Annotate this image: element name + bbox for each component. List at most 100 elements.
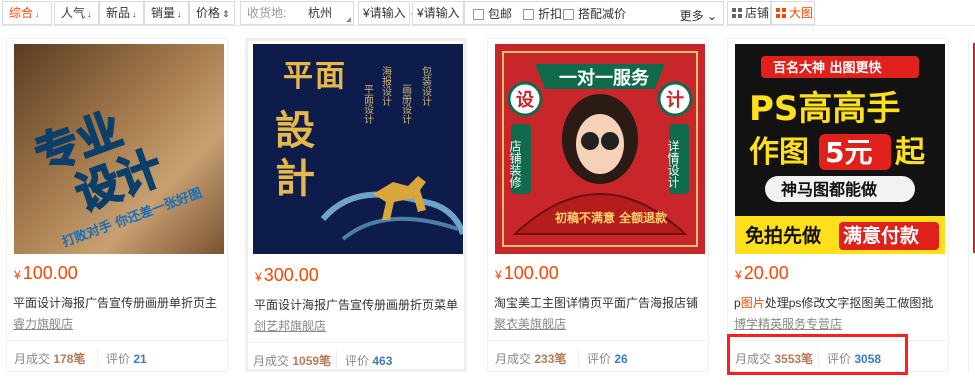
- price-max-input[interactable]: ¥请输入: [412, 1, 464, 25]
- grid-icon: [776, 8, 786, 18]
- sort-label: 价格: [196, 6, 221, 20]
- stat-divider: [336, 350, 337, 368]
- review-count-link[interactable]: 评价 463: [345, 352, 392, 369]
- sort-sales-button[interactable]: 销量 ↓: [144, 1, 189, 25]
- stat-divider: [578, 348, 579, 366]
- sort-price-button[interactable]: 价格 ⇕: [189, 1, 235, 25]
- title-text: 处理ps修改文字抠图美工做图批: [764, 296, 934, 310]
- price-value: 20.00: [743, 263, 789, 283]
- sort-label: 新品: [106, 6, 131, 20]
- shop-link[interactable]: 睿力旗舰店: [13, 315, 73, 332]
- art-char: 计: [666, 89, 684, 111]
- art-char: 面: [315, 59, 345, 94]
- art-vertical-label: 详情设计: [666, 139, 680, 188]
- product-stats: 月成交 178笔 评价 21: [7, 340, 227, 372]
- monthly-sales: 月成交 233笔: [495, 350, 566, 367]
- currency-symbol: ¥: [495, 268, 502, 282]
- product-title-link[interactable]: 淘宝美工主图详情页平面广告海报店铺: [494, 294, 704, 311]
- sort-label: 销量: [151, 6, 176, 20]
- more-filters-button[interactable]: 更多 ⌄: [680, 7, 717, 24]
- product-title-link[interactable]: p图片处理ps修改文字抠图美工做图批: [734, 294, 944, 311]
- ship-location-select[interactable]: 收货地: 杭州: [240, 1, 354, 25]
- product-card[interactable]: 一对一服务 设 计 店铺装修 详情设计 初稿不满意 全额退款 ¥100.00 淘…: [487, 38, 709, 372]
- product-title-link[interactable]: 平面设计海报广告宣传册画册折页菜单: [254, 296, 464, 313]
- art-bottom-label: 满意付款: [843, 224, 920, 247]
- filter-label: 折扣: [538, 7, 563, 21]
- stat-label: 评价: [106, 352, 131, 366]
- price-value: 100.00: [503, 263, 559, 283]
- product-artwork: 一对一服务 设 计 店铺装修 详情设计 初稿不满意 全额退款: [495, 44, 705, 254]
- review-count-value: 26: [614, 352, 628, 366]
- ship-city: 杭州: [308, 6, 333, 20]
- product-price: ¥100.00: [14, 263, 78, 284]
- product-card[interactable]: 平 面 設 計 包装设计 画册设计 海报设计 平面设计 ¥300.00 平面设计…: [245, 38, 467, 372]
- monthly-sales-value: 1059笔: [292, 354, 332, 368]
- art-char: 計: [275, 155, 315, 202]
- product-artwork: 平 面 設 計 包装设计 画册设计 海报设计 平面设计: [253, 44, 463, 254]
- product-card[interactable]: 专业 设计 打败对手 你还差一张好图 ¥100.00 平面设计海报广告宣传册画册…: [6, 38, 228, 372]
- shop-link[interactable]: 聚衣美旗舰店: [494, 315, 566, 332]
- art-column: 海报设计: [380, 65, 392, 107]
- art-column: 平面设计: [362, 84, 374, 125]
- product-stats: 月成交 233笔 评价 26: [488, 340, 708, 372]
- arrow-down-icon: ↓: [35, 9, 40, 19]
- arrow-down-icon: ↓: [132, 9, 137, 19]
- product-title-link[interactable]: 平面设计海报广告宣传册画册单折页主: [13, 294, 223, 311]
- review-count-link[interactable]: 评价 21: [106, 350, 147, 367]
- art-bottom-label: 免拍先做: [745, 224, 821, 247]
- sort-popularity-button[interactable]: 人气 ↓: [54, 1, 99, 25]
- product-image[interactable]: 专业 设计 打败对手 你还差一张好图: [14, 44, 224, 254]
- view-label: 大图: [789, 6, 814, 20]
- view-label: 店铺: [745, 6, 770, 20]
- review-count-link[interactable]: 评价 26: [587, 350, 628, 367]
- sort-label: 人气: [61, 6, 86, 20]
- shop-link[interactable]: 博学精英服务专营店: [734, 315, 842, 332]
- product-price: ¥300.00: [255, 265, 319, 286]
- filter-group: 包邮 折扣 搭配减价 更多 ⌄: [464, 1, 724, 25]
- filter-label: 包邮: [488, 7, 513, 21]
- art-headline: PS高高手: [749, 89, 900, 129]
- sort-new-button[interactable]: 新品 ↓: [99, 1, 144, 25]
- price-value: 300.00: [263, 265, 319, 285]
- arrow-down-icon: ↓: [177, 9, 182, 19]
- discount-checkbox[interactable]: 折扣: [523, 7, 562, 21]
- monthly-sales-value: 178笔: [53, 352, 86, 366]
- monthly-sales: 月成交 178笔: [14, 350, 85, 367]
- bundle-discount-checkbox[interactable]: 搭配减价: [563, 7, 626, 21]
- product-card[interactable]: 百名大神 出图更快 PS高高手 作图 5元 起 神马图都能做 免拍先做 满意付款…: [727, 38, 949, 372]
- grid-icon: [732, 8, 742, 18]
- art-char: 平: [283, 59, 313, 94]
- checkbox-icon: [473, 9, 484, 20]
- product-image[interactable]: 平 面 設 計 包装设计 画册设计 海报设计 平面设计: [253, 44, 463, 254]
- monthly-sales-value: 233笔: [534, 352, 567, 366]
- dropdown-corner-icon: [346, 17, 351, 22]
- stat-divider: [97, 348, 98, 366]
- free-shipping-checkbox[interactable]: 包邮: [473, 7, 512, 21]
- stat-label: 月成交: [253, 354, 290, 368]
- view-store-button[interactable]: 店铺: [727, 1, 771, 25]
- product-price: ¥20.00: [735, 263, 789, 284]
- checkbox-icon: [563, 9, 574, 20]
- filter-label: 搭配减价: [578, 7, 627, 21]
- product-artwork: 专业 设计 打败对手 你还差一张好图: [14, 44, 224, 254]
- shop-link[interactable]: 创艺邦旗舰店: [254, 317, 326, 334]
- stat-label: 评价: [587, 352, 612, 366]
- monthly-sales: 月成交 1059笔: [253, 352, 331, 369]
- highlight-annotation-box: [727, 334, 908, 375]
- art-headline: 作图: [749, 135, 809, 170]
- view-bigimage-button[interactable]: 大图: [771, 1, 815, 25]
- sort-label: 综合: [9, 6, 34, 20]
- arrow-down-icon: ↓: [87, 9, 92, 19]
- art-column: 包装设计: [420, 65, 432, 107]
- title-text: p: [734, 296, 741, 310]
- art-fan-text: 初稿不满意 全额退款: [555, 210, 668, 225]
- currency-symbol: ¥: [255, 270, 262, 284]
- review-count-value: 463: [372, 354, 393, 368]
- review-count-value: 21: [133, 352, 147, 366]
- product-image[interactable]: 百名大神 出图更快 PS高高手 作图 5元 起 神马图都能做 免拍先做 满意付款: [735, 44, 945, 254]
- price-min-input[interactable]: ¥请输入: [358, 1, 410, 25]
- product-image[interactable]: 一对一服务 设 计 店铺装修 详情设计 初稿不满意 全额退款: [495, 44, 705, 254]
- sort-composite-button[interactable]: 综合 ↓: [2, 1, 52, 25]
- product-stats: 月成交 1059笔 评价 463: [248, 342, 464, 374]
- art-banner: 一对一服务: [559, 67, 650, 89]
